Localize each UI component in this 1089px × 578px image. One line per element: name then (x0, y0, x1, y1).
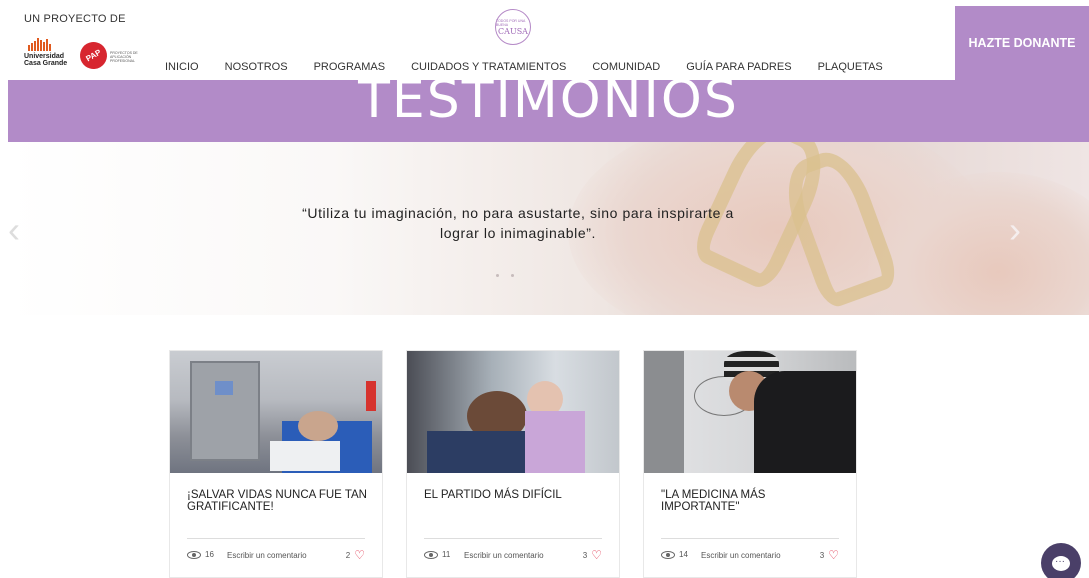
like-count-value: 2 (345, 550, 351, 560)
eye-icon (661, 550, 675, 559)
view-count-value: 14 (679, 550, 688, 559)
nav-item-nosotros[interactable]: NOSOTROS (225, 61, 288, 73)
slider-dots (496, 274, 514, 277)
view-count: 11 (424, 550, 450, 559)
brand-logo-tagline: TODOS POR UNA BUENA (496, 18, 526, 27)
like-count-value: 3 (582, 550, 588, 560)
post-stats: 14 Escribir un comentario 3 ♡ (661, 549, 839, 564)
card-divider (424, 538, 602, 539)
write-comment-link[interactable]: Escribir un comentario (227, 551, 307, 560)
quote-line-1: “Utiliza tu imaginación, no para asustar… (302, 205, 734, 221)
post-title[interactable]: ¡SALVAR VIDAS NUNCA FUE TAN GRATIFICANTE… (187, 489, 367, 513)
nav-item-plaquetas[interactable]: PLAQUETAS (818, 61, 883, 73)
donate-button[interactable]: HAZTE DONANTE (955, 6, 1089, 80)
testimonial-quote: “Utiliza tu imaginación, no para asustar… (258, 203, 778, 243)
view-count: 14 (661, 550, 688, 559)
brand-logo-name: CAUSA (498, 26, 528, 36)
view-count-value: 11 (442, 550, 451, 559)
project-label: UN PROYECTO DE (24, 13, 126, 25)
quote-slider: ‹ › “Utiliza tu imaginación, no para asu… (8, 142, 1089, 315)
quote-line-2: lograr lo inimaginable”. (439, 225, 597, 241)
ucg-logo-text: Universidad Casa Grande (24, 53, 68, 67)
nav-item-comunidad[interactable]: COMUNIDAD (592, 61, 660, 73)
heart-icon[interactable]: ♡ (591, 549, 602, 561)
heart-icon[interactable]: ♡ (354, 549, 365, 561)
ucg-logo-bars (28, 38, 72, 51)
post-card[interactable]: ¡SALVAR VIDAS NUNCA FUE TAN GRATIFICANTE… (169, 350, 383, 578)
post-title[interactable]: EL PARTIDO MÁS DIFÍCIL (424, 489, 604, 501)
post-image-dialysis[interactable] (170, 351, 382, 473)
brand-logo[interactable]: TODOS POR UNA BUENA CAUSA (495, 9, 531, 45)
write-comment-link[interactable]: Escribir un comentario (701, 551, 781, 560)
post-image-father-child[interactable] (407, 351, 619, 473)
slider-dot[interactable] (511, 274, 514, 277)
like-count: 3 ♡ (583, 549, 602, 561)
pap-logo-mark: PAP (75, 37, 112, 74)
post-image-patient-blanket[interactable] (644, 351, 856, 473)
heart-icon[interactable]: ♡ (828, 549, 839, 561)
like-count: 3 ♡ (820, 549, 839, 561)
nav-item-inicio[interactable]: INICIO (165, 61, 199, 73)
title-band: TESTIMONIOS (8, 80, 1089, 142)
chat-button[interactable] (1041, 543, 1081, 578)
main-nav: INICIO NOSOTROS PROGRAMAS CUIDADOS Y TRA… (165, 61, 909, 73)
view-count-value: 16 (205, 550, 214, 559)
post-title[interactable]: "LA MEDICINA MÁS IMPORTANTE" (661, 489, 841, 513)
post-card[interactable]: EL PARTIDO MÁS DIFÍCIL 11 Escribir un co… (406, 350, 620, 578)
pap-logo[interactable]: PAP PROYECTOS DE APLICACIÓN PROFESIONAL (75, 37, 142, 74)
eye-icon (424, 550, 438, 559)
slider-prev-icon[interactable]: ‹ (8, 210, 28, 250)
like-count: 2 ♡ (346, 549, 365, 561)
nav-item-cuidados[interactable]: CUIDADOS Y TRATAMIENTOS (411, 61, 566, 73)
pap-logo-subtext: PROYECTOS DE APLICACIÓN PROFESIONAL (110, 51, 138, 63)
post-stats: 16 Escribir un comentario 2 ♡ (187, 549, 365, 564)
eye-icon (187, 550, 201, 559)
nav-item-programas[interactable]: PROGRAMAS (314, 61, 386, 73)
page-title: TESTIMONIOS (358, 80, 739, 130)
card-divider (187, 538, 365, 539)
card-divider (661, 538, 839, 539)
view-count: 16 (187, 550, 214, 559)
post-stats: 11 Escribir un comentario 3 ♡ (424, 549, 602, 564)
like-count-value: 3 (819, 550, 825, 560)
post-card[interactable]: "LA MEDICINA MÁS IMPORTANTE" 14 Escribir… (643, 350, 857, 578)
write-comment-link[interactable]: Escribir un comentario (464, 551, 544, 560)
slider-dot[interactable] (496, 274, 499, 277)
site-header: UN PROYECTO DE Universidad Casa Grande P… (0, 0, 1089, 80)
slider-next-icon[interactable]: › (1009, 210, 1029, 250)
ucg-logo[interactable]: Universidad Casa Grande (24, 38, 72, 72)
nav-item-guia[interactable]: GUÍA PARA PADRES (686, 61, 791, 73)
chat-bubble-icon (1052, 555, 1070, 571)
